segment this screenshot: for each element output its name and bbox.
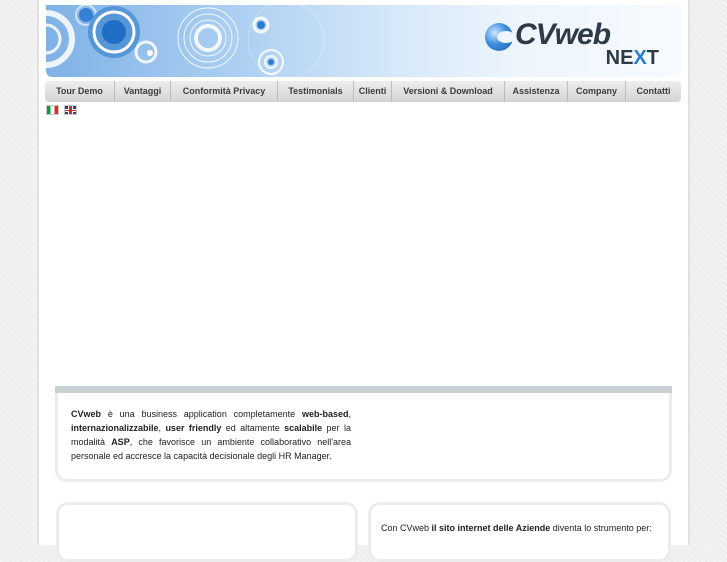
logo-cvweb-text: CVweb: [515, 18, 611, 51]
cvweb-next-logo[interactable]: CVweb NEXT: [481, 13, 661, 71]
video-area: [55, 123, 672, 385]
uk-flag-icon[interactable]: [64, 105, 77, 115]
right-content-box: Con CVweb il sito internet delle Aziende…: [368, 502, 671, 562]
main-nav: Tour Demo Vantaggi Conformità Privacy Te…: [45, 81, 681, 102]
nav-item-versioni-download[interactable]: Versioni & Download: [392, 81, 505, 102]
left-content-box: [56, 502, 358, 562]
right-box-text: Con CVweb il sito internet delle Aziende…: [381, 523, 652, 533]
nav-item-contatti[interactable]: Contatti: [626, 81, 681, 102]
italian-flag-icon[interactable]: [46, 105, 59, 115]
divider: [55, 386, 672, 393]
logo-next-text: NEXT: [605, 47, 659, 69]
nav-item-clienti[interactable]: Clienti: [354, 81, 392, 102]
nav-item-assistenza[interactable]: Assistenza: [505, 81, 568, 102]
intro-text: CVweb è una business application complet…: [71, 409, 351, 461]
globe-icon: [485, 23, 515, 51]
header-banner: CVweb NEXT: [46, 5, 681, 77]
nav-item-company[interactable]: Company: [568, 81, 626, 102]
nav-item-testimonials[interactable]: Testimonials: [278, 81, 354, 102]
nav-item-conformita-privacy[interactable]: Conformità Privacy: [171, 81, 278, 102]
nav-item-vantaggi[interactable]: Vantaggi: [115, 81, 171, 102]
nav-item-tour-demo[interactable]: Tour Demo: [45, 81, 115, 102]
intro-box: CVweb è una business application complet…: [55, 393, 672, 482]
